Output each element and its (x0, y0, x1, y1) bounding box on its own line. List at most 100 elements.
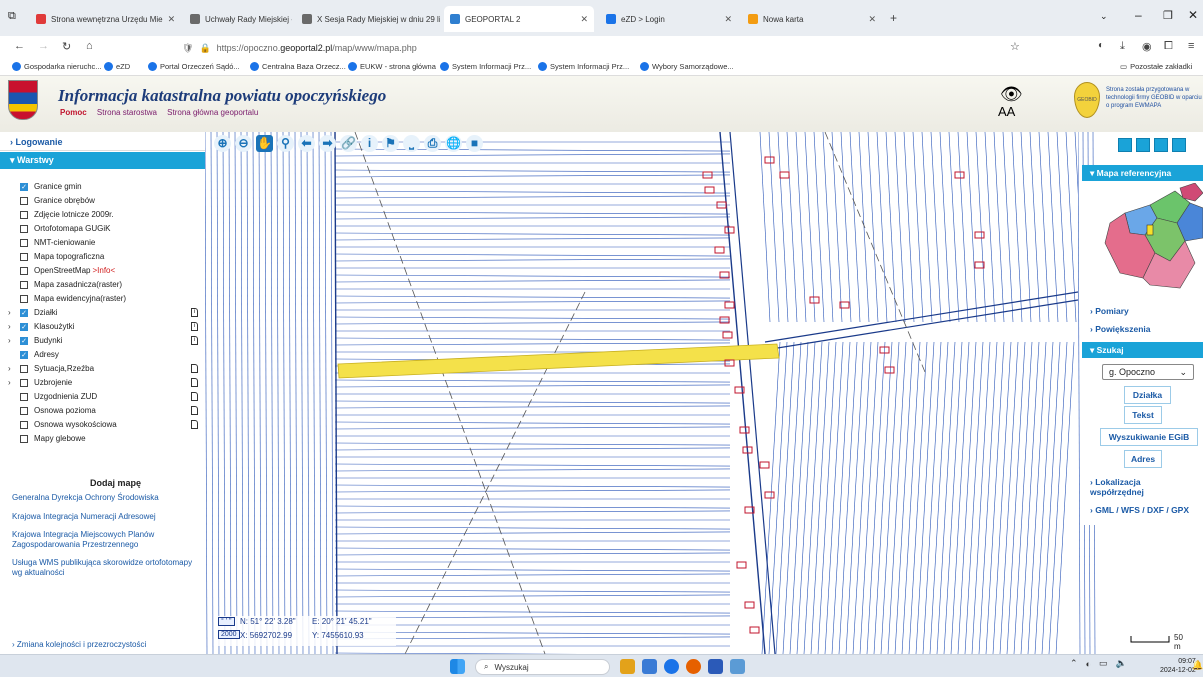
layer-checkbox[interactable] (20, 322, 28, 331)
tab-item[interactable]: GEOPORTAL 2 ✕ (444, 6, 594, 32)
wgs-format-toggle[interactable]: ° ' " (218, 617, 235, 626)
legend-doc-icon[interactable] (191, 392, 198, 401)
bookmark-item[interactable]: System Informacji Prz... (440, 62, 531, 71)
warstwy-header[interactable]: ▾ Warstwy (0, 152, 205, 169)
tab-item[interactable]: Nowa karta ✕ (742, 8, 882, 30)
star-icon[interactable]: ☆ (1010, 40, 1020, 53)
egib-search-button[interactable]: Wyszukiwanie EGiB (1100, 428, 1198, 446)
layer-item[interactable]: › Działki i (8, 306, 198, 319)
network-icon[interactable]: ◐ (1086, 659, 1091, 669)
powiekszenia-header[interactable]: › Powiększenia (1082, 324, 1203, 334)
tab-close-icon[interactable]: ✕ (168, 14, 176, 25)
layer-checkbox[interactable] (20, 196, 28, 205)
zoom-in-icon[interactable]: ⊕ (214, 135, 231, 152)
word-icon[interactable] (708, 659, 723, 674)
logowanie-header[interactable]: › Logowanie (0, 134, 205, 151)
bookmark-item[interactable]: Wybory Samorządowe... (640, 62, 734, 71)
info-icon[interactable]: i (361, 135, 378, 152)
gmina-select[interactable]: g. Opoczno ⌄ (1102, 364, 1194, 380)
layer-item[interactable]: › Sytuacja,Rzeźba (8, 362, 198, 375)
legend-doc-icon[interactable] (191, 378, 198, 387)
tekst-button[interactable]: Tekst (1124, 406, 1162, 424)
tab-list-chevron-icon[interactable]: ⌄ (1100, 11, 1108, 22)
layer-item[interactable]: Uzgodnienia ZUD (8, 390, 198, 403)
layout-icon-2[interactable] (1136, 138, 1150, 152)
help-link[interactable]: Pomoc (60, 108, 87, 117)
layer-item[interactable]: Osnowa pozioma (8, 404, 198, 417)
kimpzp-link[interactable]: Krajowa Integracja Miejscowych Planów Za… (12, 530, 197, 550)
reference-map-header[interactable]: ▾ Mapa referencyjna (1082, 165, 1203, 181)
layer-checkbox[interactable] (20, 392, 28, 401)
notification-bell-icon[interactable]: 🔔 (1192, 660, 1203, 671)
layer-checkbox[interactable] (20, 238, 28, 247)
layout-icon-3[interactable] (1154, 138, 1168, 152)
display-icon[interactable]: ▭ (1099, 658, 1108, 669)
layer-checkbox[interactable] (20, 434, 28, 443)
tab-item[interactable]: Strona wewnętrzna Urzędu Mie ✕ (30, 8, 180, 30)
forward-icon[interactable]: → (38, 40, 49, 52)
font-size-toggle[interactable]: AA (998, 104, 1015, 119)
layer-item[interactable]: Zdjęcie lotnicze 2009r. (8, 208, 198, 221)
home-icon[interactable]: ⌂ (86, 40, 93, 52)
layer-checkbox[interactable] (20, 350, 28, 359)
expand-chevron-icon[interactable]: › (8, 308, 20, 317)
pomiary-header[interactable]: › Pomiary (1082, 306, 1203, 316)
layer-item[interactable]: NMT-cieniowanie (8, 236, 198, 249)
layout-icon-1[interactable] (1118, 138, 1132, 152)
minimize-button[interactable]: – (1135, 8, 1142, 22)
tab-item[interactable]: X Sesja Rady Miejskiej w dniu 29 li✕ (296, 8, 440, 30)
file-explorer-icon[interactable] (620, 659, 635, 674)
tab-overview-icon[interactable]: ⧉ (8, 10, 16, 23)
layer-checkbox[interactable] (20, 224, 28, 233)
geoportal-home-link[interactable]: Strona główna geoportalu (167, 108, 258, 117)
layer-item[interactable]: Mapa topograficzna (8, 250, 198, 263)
layer-item[interactable]: Ortofotomapa GUGiK (8, 222, 198, 235)
bookmark-item[interactable]: EUKW - strona główna (348, 62, 436, 71)
menu-icon[interactable]: ≡ (1188, 40, 1194, 52)
close-window-button[interactable]: ✕ (1188, 8, 1198, 22)
layer-item[interactable]: › Klasoużytki i (8, 320, 198, 333)
layer-checkbox[interactable] (20, 280, 28, 289)
clock[interactable]: 09:07 2024-12-02 (1160, 657, 1196, 675)
tab-close-icon[interactable]: ✕ (868, 14, 876, 25)
measure-icon[interactable]: ⎵ (403, 135, 420, 152)
pocket-icon[interactable]: ◐ (1098, 40, 1104, 51)
other-bookmarks[interactable]: ▭ Pozostałe zakładki (1120, 62, 1192, 71)
layer-checkbox[interactable] (20, 210, 28, 219)
gml-header[interactable]: › GML / WFS / DXF / GPX (1082, 505, 1203, 515)
legend-doc-icon[interactable] (191, 406, 198, 415)
map-canvas[interactable] (205, 132, 1078, 654)
layer-item[interactable]: Granice obrębów (8, 194, 198, 207)
bookmark-item[interactable]: Gospodarka nieruchc... (12, 62, 102, 71)
layer-item[interactable]: Mapa zasadnicza(raster) (8, 278, 198, 291)
download-icon[interactable]: ⤓ (1120, 40, 1125, 53)
layout-icon-4[interactable] (1172, 138, 1186, 152)
tab-close-icon[interactable]: ✕ (580, 14, 588, 25)
osm-info-link[interactable]: >Info< (92, 266, 115, 275)
globe-icon[interactable]: 🌐 (445, 135, 462, 152)
expand-chevron-icon[interactable]: › (8, 322, 20, 331)
windows-start-icon[interactable] (450, 659, 465, 674)
forward-arrow-icon[interactable]: ➡ (319, 135, 336, 152)
layer-checkbox[interactable] (20, 378, 28, 387)
layer-checkbox[interactable] (20, 266, 28, 275)
address-bar[interactable]: 🛡 🔒 https://opoczno.geoportal2.pl/map/ww… (182, 39, 1032, 57)
firefox-icon[interactable] (686, 659, 701, 674)
store-icon[interactable] (642, 659, 657, 674)
kina-link[interactable]: Krajowa Integracja Numeracji Adresowej (12, 512, 197, 522)
legend-doc-icon[interactable] (191, 364, 198, 373)
layer-checkbox[interactable] (20, 182, 28, 191)
zoom-out-icon[interactable]: ⊖ (235, 135, 252, 152)
restore-button[interactable]: ❐ (1163, 9, 1173, 22)
identify-icon[interactable]: ⚑ (382, 135, 399, 152)
wms-ortho-link[interactable]: Usługa WMS publikująca skorowidze ortofo… (12, 558, 197, 578)
layer-item[interactable]: › Uzbrojenie (8, 376, 198, 389)
tab-close-icon[interactable]: ✕ (724, 14, 732, 25)
legend-doc-icon[interactable]: i (191, 336, 198, 345)
extensions-icon[interactable]: ⧠ (1164, 40, 1173, 53)
layer-item[interactable]: Mapa ewidencyjna(raster) (8, 292, 198, 305)
print-icon[interactable]: ⎙ (424, 135, 441, 152)
layer-item[interactable]: Osnowa wysokościowa (8, 418, 198, 431)
tray-chevron-icon[interactable]: ⌃ (1070, 658, 1078, 669)
dzialka-button[interactable]: Działka (1124, 386, 1171, 404)
